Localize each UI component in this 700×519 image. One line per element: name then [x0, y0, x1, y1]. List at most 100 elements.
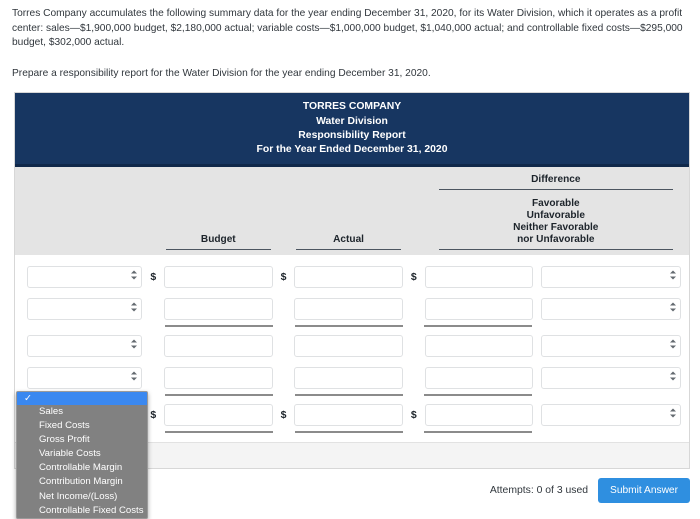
row-4-difference-dollar-slot — [407, 362, 421, 394]
column-header-budget: Budget — [160, 167, 277, 255]
report-title-band: TORRES COMPANY Water Division Responsibi… — [15, 93, 689, 167]
rule-segment-difference — [424, 430, 533, 433]
row-4-actual-dollar-slot — [277, 362, 291, 394]
table-row — [17, 362, 687, 394]
rule-segment-actual — [294, 324, 403, 327]
dropdown-option-variable-costs[interactable]: Variable Costs — [17, 447, 147, 461]
row-3-account-cell — [17, 330, 146, 362]
rule-segment-budget — [165, 393, 273, 396]
row-2-difference-input[interactable] — [424, 297, 534, 320]
row-1-difference-label-select[interactable] — [541, 265, 682, 288]
dropdown-option-gross-profit[interactable]: Gross Profit — [17, 433, 147, 447]
dropdown-option-controllable-margin[interactable]: Controllable Margin — [17, 461, 147, 475]
row-5-difference-label-select[interactable] — [541, 403, 682, 426]
row-5-difference-cell — [421, 399, 538, 431]
row-5-actual-input[interactable] — [294, 403, 403, 426]
submit-answer-button[interactable]: Submit Answer — [598, 477, 690, 503]
row-1-budget-dollar-sign: $ — [150, 270, 157, 283]
column-header-difference-sublabels: Favorable Unfavorable Neither Favorable … — [438, 197, 674, 250]
column-header-band: Budget Actual Difference Favorable Unfav… — [15, 166, 689, 255]
report-title-type: Responsibility Report — [298, 129, 406, 141]
table-row: $ $ $ — [17, 261, 687, 293]
row-3-difference-label-cell — [537, 330, 687, 362]
row-1-difference-input[interactable] — [424, 265, 534, 288]
report-title-period: For the Year Ended December 31, 2020 — [256, 144, 448, 156]
row-4-actual-input[interactable] — [294, 366, 403, 389]
dropdown-option-contribution-margin[interactable]: Contribution Margin — [17, 475, 147, 489]
account-select-dropdown-menu[interactable]: ✓ Sales Fixed Costs Gross Profit Variabl… — [16, 391, 148, 519]
row-3-actual-input[interactable] — [294, 334, 403, 357]
rule-segment-actual — [294, 430, 403, 433]
row-4-account-select[interactable] — [27, 366, 143, 389]
row-5-actual-cell — [290, 399, 407, 431]
column-header-spacer-1 — [146, 167, 160, 255]
rule-segment-budget — [165, 430, 273, 433]
column-header-spacer-3 — [407, 167, 421, 255]
row-1-budget-cell — [160, 261, 277, 293]
row-1-difference-cell — [421, 261, 538, 293]
row-2-budget-dollar-slot — [146, 293, 160, 325]
report-title-company: TORRES COMPANY — [302, 101, 402, 113]
row-1-actual-cell — [290, 261, 407, 293]
row-3-difference-input[interactable] — [424, 334, 534, 357]
column-header-actual-label: Actual — [296, 233, 401, 250]
row-3-account-select[interactable] — [27, 334, 143, 357]
dropdown-option-sales[interactable]: Sales — [17, 405, 147, 419]
row-1-account-cell — [17, 261, 146, 293]
row-5-difference-input[interactable] — [424, 403, 534, 426]
dropdown-option-blank[interactable]: ✓ — [17, 392, 147, 405]
row-5-difference-dollar-sign: $ — [410, 408, 417, 421]
row-3-budget-cell — [160, 330, 277, 362]
row-5-actual-dollar-sign: $ — [280, 408, 287, 421]
row-4-budget-input[interactable] — [164, 366, 273, 389]
row-3-difference-label-select[interactable] — [541, 334, 682, 357]
difference-sub-unfavorable: Unfavorable — [526, 209, 585, 221]
row-5-budget-input[interactable] — [164, 403, 273, 426]
row-1-actual-input[interactable] — [294, 265, 403, 288]
row-3-actual-dollar-slot — [277, 330, 291, 362]
row-4-difference-label-select[interactable] — [541, 366, 682, 389]
difference-sub-favorable: Favorable — [531, 197, 580, 209]
attempts-counter: Attempts: 0 of 3 used — [489, 484, 589, 496]
dropdown-option-net-income-loss[interactable]: Net Income/(Loss) — [17, 490, 147, 504]
row-1-budget-input[interactable] — [164, 265, 273, 288]
column-header-budget-label: Budget — [166, 233, 271, 250]
row-2-actual-dollar-slot — [277, 293, 291, 325]
row-3-budget-input[interactable] — [164, 334, 273, 357]
report-title-division: Water Division — [316, 115, 388, 127]
rule-segment-difference — [424, 393, 533, 396]
row-2-budget-cell — [160, 293, 277, 325]
rule-segment-budget — [165, 324, 273, 327]
row-2-difference-cell — [421, 293, 538, 325]
row-4-difference-input[interactable] — [424, 366, 534, 389]
check-icon: ✓ — [24, 393, 32, 404]
row-2-difference-label-cell — [537, 293, 687, 325]
row-2-actual-cell — [290, 293, 407, 325]
column-header-difference: Difference Favorable Unfavorable Neither… — [421, 167, 687, 255]
row-1-account-select[interactable] — [27, 265, 143, 288]
column-header-account — [17, 167, 146, 255]
row-4-account-cell — [17, 362, 146, 394]
problem-statement: Torres Company accumulates the following… — [0, 0, 700, 81]
row-4-budget-dollar-slot — [146, 362, 160, 394]
row-4-actual-cell — [290, 362, 407, 394]
row-5-difference-label-cell — [537, 399, 687, 431]
rule-segment-actual — [294, 393, 403, 396]
row-2-account-cell — [17, 293, 146, 325]
column-header-difference-label: Difference — [438, 173, 674, 190]
column-header-actual: Actual — [290, 167, 407, 255]
row-3-actual-cell — [290, 330, 407, 362]
row-2-account-select[interactable] — [27, 297, 143, 320]
dropdown-option-fixed-costs[interactable]: Fixed Costs — [17, 419, 147, 433]
row-2-budget-input[interactable] — [164, 297, 273, 320]
problem-paragraph-2: Prepare a responsibility report for the … — [12, 67, 431, 79]
row-2-difference-label-select[interactable] — [541, 297, 682, 320]
difference-sub-neither-favorable: Neither Favorable — [513, 222, 599, 234]
table-row — [17, 293, 687, 325]
row-4-difference-cell — [421, 362, 538, 394]
row-4-budget-cell — [160, 362, 277, 394]
row-1-difference-dollar-sign: $ — [410, 270, 417, 283]
row-1-actual-dollar-sign: $ — [280, 270, 287, 283]
row-2-actual-input[interactable] — [294, 297, 403, 320]
column-header-spacer-2 — [277, 167, 291, 255]
